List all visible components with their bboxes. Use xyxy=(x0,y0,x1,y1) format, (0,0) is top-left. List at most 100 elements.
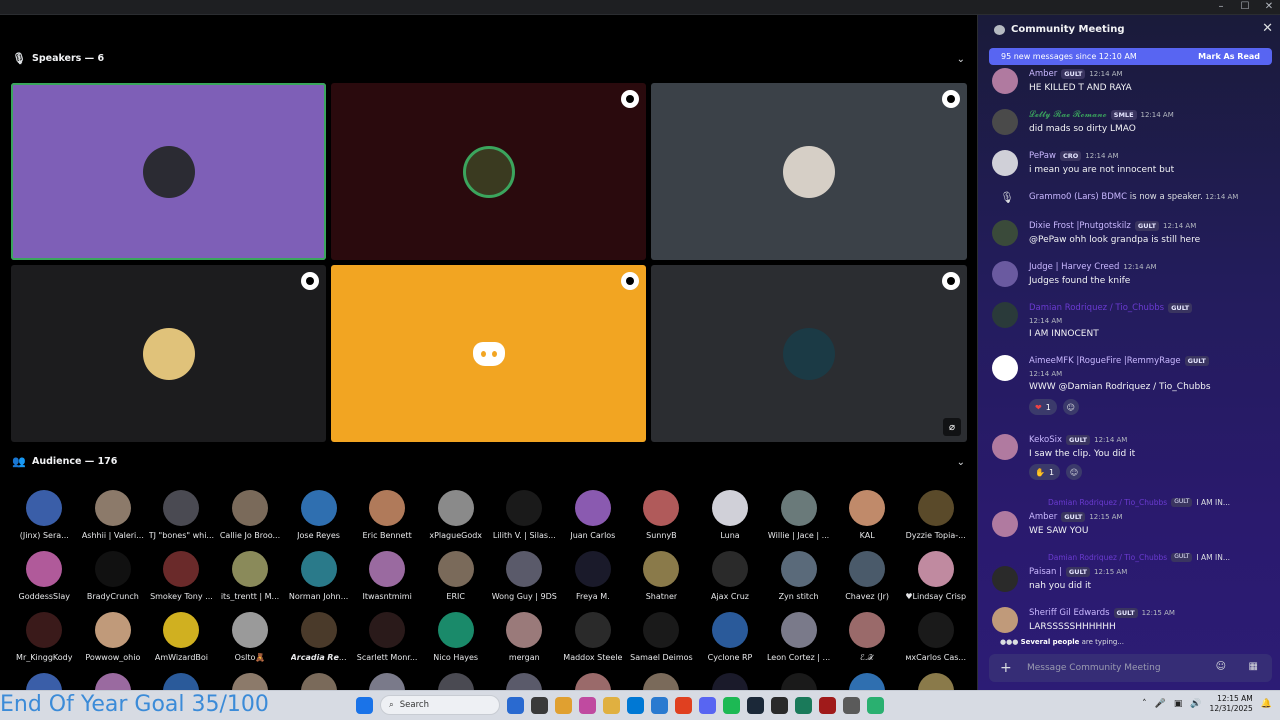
audience-member[interactable]: Luna xyxy=(696,490,765,550)
taskbar-app-icon[interactable] xyxy=(747,696,764,714)
chevron-down-icon[interactable]: ⌄ xyxy=(957,54,965,65)
notification-icon[interactable]: 🔔 xyxy=(1261,699,1272,709)
audience-member[interactable]: KAL xyxy=(833,490,902,550)
minimize-button[interactable]: – xyxy=(1216,1,1226,12)
message-input[interactable] xyxy=(1027,660,1217,676)
audience-member[interactable]: TJ "bones" whi... xyxy=(147,490,216,550)
message-avatar[interactable] xyxy=(992,150,1018,176)
taskbar-app-icon[interactable] xyxy=(531,696,548,714)
message-author[interactable]: Sheriff Gil Edwards xyxy=(1029,608,1110,618)
apps-icon[interactable]: ▦ xyxy=(1249,661,1258,672)
audience-member[interactable]: Zyn stitch xyxy=(764,551,833,611)
audience-member[interactable] xyxy=(79,673,148,690)
message-author[interactable]: KekoSix xyxy=(1029,435,1062,445)
audience-member[interactable]: Freya M. xyxy=(559,551,628,611)
audience-member[interactable]: Lilith V. | Silas... xyxy=(490,490,559,550)
audience-member[interactable]: Dyzzie Topia-... xyxy=(901,490,970,550)
taskbar-app-icon[interactable] xyxy=(723,696,740,714)
close-icon[interactable]: ✕ xyxy=(1262,21,1273,36)
audience-header[interactable]: 👥 Audience — 176 xyxy=(12,455,117,468)
close-window-button[interactable]: ✕ xyxy=(1264,1,1274,12)
audience-member[interactable]: Scarlett Monr... xyxy=(353,612,422,672)
audience-member[interactable]: BradyCrunch xyxy=(79,551,148,611)
audience-member[interactable] xyxy=(764,673,833,690)
audience-member[interactable]: AmWizardBoi xyxy=(147,612,216,672)
speaker-tile[interactable] xyxy=(651,83,967,260)
audience-member[interactable]: Jose Reyes xyxy=(284,490,353,550)
taskbar-app-icon[interactable] xyxy=(603,696,620,714)
audience-member[interactable] xyxy=(10,673,79,690)
reply-preview[interactable]: Damian Rodriquez / Tio_Chubbs GULT I AM IN… xyxy=(1048,553,1230,562)
message-author[interactable]: Dixie Frost |Pnutgotskilz xyxy=(1029,221,1131,231)
audience-member[interactable] xyxy=(901,673,970,690)
audience-member[interactable]: 𝘼𝙧𝙘𝙖𝙙𝙞𝙖 𝙍𝙚... xyxy=(284,612,353,672)
speaker-tile[interactable] xyxy=(11,83,326,260)
message-author[interactable]: Judge | Harvey Creed xyxy=(1029,262,1119,272)
message-avatar[interactable] xyxy=(992,109,1018,135)
chevron-down-icon[interactable]: ⌄ xyxy=(957,457,965,468)
clock[interactable]: 12:15 AM 12/31/2025 xyxy=(1210,694,1253,714)
taskbar-app-icon[interactable] xyxy=(555,696,572,714)
message-avatar[interactable] xyxy=(992,607,1018,633)
taskbar-app-icon[interactable] xyxy=(627,696,644,714)
audience-member[interactable]: Ajax Cruz xyxy=(696,551,765,611)
audience-member[interactable]: Shatner xyxy=(627,551,696,611)
audience-member[interactable]: Maddox Steele xyxy=(559,612,628,672)
taskbar-app-icon[interactable] xyxy=(819,696,836,714)
audience-member[interactable]: Smokey Tony ... xyxy=(147,551,216,611)
audience-member[interactable]: xPlagueGodx xyxy=(421,490,490,550)
add-reaction-icon[interactable]: ☺ xyxy=(1062,399,1079,415)
audience-member[interactable]: Eric Bennett xyxy=(353,490,422,550)
new-messages-bar[interactable]: 95 new messages since 12:10 AM Mark As R… xyxy=(989,48,1272,65)
audience-member[interactable] xyxy=(833,673,902,690)
taskbar-app-icon[interactable] xyxy=(867,696,884,714)
message-avatar[interactable] xyxy=(992,302,1018,328)
audience-member[interactable]: Powwow_ohio xyxy=(79,612,148,672)
audience-member[interactable] xyxy=(490,673,559,690)
audience-member[interactable]: ♥Lindsay Crisp xyxy=(901,551,970,611)
speaker-tile[interactable]: ⌀ xyxy=(651,265,967,442)
audience-member[interactable]: Mr_KinggKody xyxy=(10,612,79,672)
message-avatar[interactable] xyxy=(992,355,1018,381)
chevron-up-icon[interactable]: ˄ xyxy=(1142,699,1147,709)
taskbar-app-icon[interactable] xyxy=(771,696,788,714)
audience-member[interactable]: Itwasntmimi xyxy=(353,551,422,611)
message-avatar[interactable] xyxy=(992,68,1018,94)
audience-member[interactable]: Callie Jo Broo... xyxy=(216,490,285,550)
taskbar-app-icon[interactable] xyxy=(795,696,812,714)
audience-member[interactable]: ERIC xyxy=(421,551,490,611)
taskbar-app-icon[interactable] xyxy=(651,696,668,714)
audience-member[interactable]: mergan xyxy=(490,612,559,672)
speaker-tile[interactable] xyxy=(331,265,646,442)
message-author[interactable]: PePaw xyxy=(1029,151,1056,161)
speaker-tile[interactable] xyxy=(11,265,326,442)
audience-member[interactable]: ℰ.𝒳 xyxy=(833,612,902,672)
taskbar-app-icon[interactable] xyxy=(507,696,524,714)
audience-member[interactable]: (Jinx) Sera... xyxy=(10,490,79,550)
audience-member[interactable]: Willie | Jace | ... xyxy=(764,490,833,550)
audience-member[interactable]: Nico Hayes xyxy=(421,612,490,672)
audience-member[interactable]: Oslto🧸 xyxy=(216,612,285,672)
reaction-pill[interactable]: ❤ 1 xyxy=(1029,399,1057,415)
audience-member[interactable]: Chavez (Jr) xyxy=(833,551,902,611)
message-author[interactable]: Amber xyxy=(1029,512,1057,522)
audience-member[interactable]: мxCarlos Cas... xyxy=(901,612,970,672)
taskbar-search[interactable]: ⌕ Search xyxy=(380,695,500,715)
taskbar-app-icon[interactable] xyxy=(843,696,860,714)
message-author[interactable]: 𝓛𝓮𝓽𝓽𝔂 𝓡𝓪𝓮 𝓡𝓸𝓶𝓪𝓷𝓸 xyxy=(1029,110,1107,120)
start-icon[interactable] xyxy=(356,696,373,714)
system-user[interactable]: Grammo0 (Lars) BDMC xyxy=(1029,192,1127,202)
audience-member[interactable]: SunnyB xyxy=(627,490,696,550)
audience-member[interactable]: Ashhii | Valeri... xyxy=(79,490,148,550)
add-reaction-icon[interactable]: ☺ xyxy=(1066,464,1083,480)
taskbar-app-icon[interactable] xyxy=(675,696,692,714)
audience-member[interactable] xyxy=(284,673,353,690)
speakers-header[interactable]: 🎙 Speakers — 6 xyxy=(12,52,104,65)
audience-member[interactable] xyxy=(627,673,696,690)
audience-member[interactable] xyxy=(353,673,422,690)
audience-member[interactable]: Samael Deimos xyxy=(627,612,696,672)
audience-member[interactable]: Cyclone RP xyxy=(696,612,765,672)
message-author[interactable]: Paisan | xyxy=(1029,567,1062,577)
reaction-pill[interactable]: ✋ 1 xyxy=(1029,464,1061,480)
audience-member[interactable] xyxy=(421,673,490,690)
